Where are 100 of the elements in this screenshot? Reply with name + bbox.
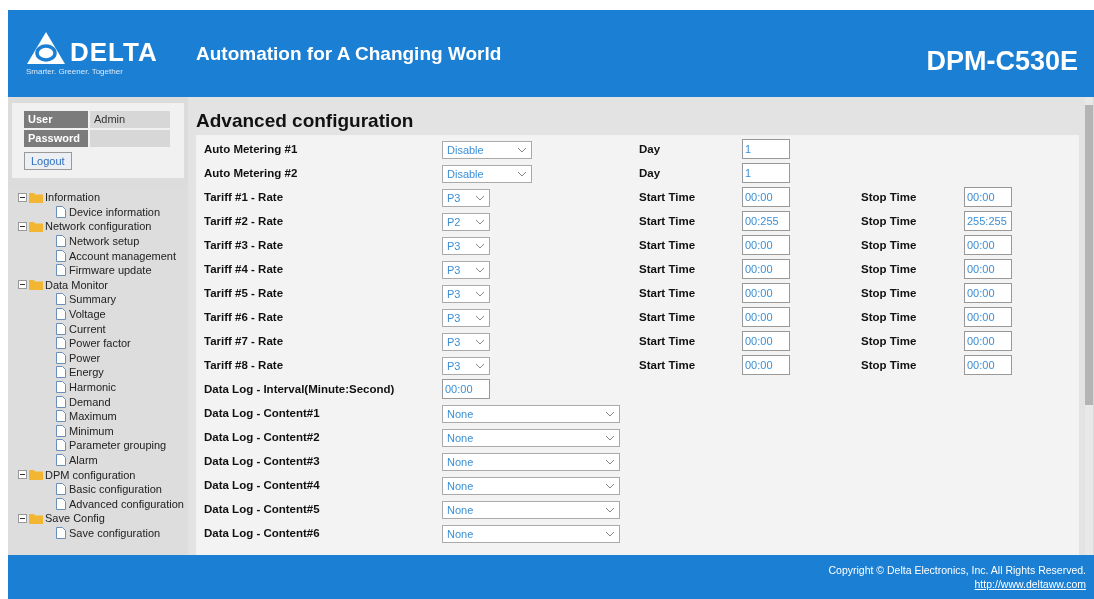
tree-item[interactable]: Voltage xyxy=(69,308,106,321)
document-icon xyxy=(56,308,66,321)
folder-icon xyxy=(29,191,43,203)
dropdown[interactable]: None xyxy=(442,452,620,471)
document-icon xyxy=(56,454,66,466)
dropdown[interactable]: Disable xyxy=(442,140,532,159)
tree-folder[interactable]: Save Config xyxy=(45,512,105,525)
tree-item[interactable]: Parameter grouping xyxy=(69,439,167,452)
input-field[interactable]: 00:00 xyxy=(742,307,790,327)
chevron-down-icon xyxy=(475,362,485,369)
document-icon xyxy=(56,483,66,496)
dropdown[interactable]: P3 xyxy=(442,308,490,327)
tree-item[interactable]: Energy xyxy=(69,366,104,379)
collapse-toggle-icon[interactable] xyxy=(18,192,27,202)
field-label: Start Time xyxy=(639,335,697,347)
tree-item[interactable]: Summary xyxy=(69,293,117,306)
dropdown[interactable]: P3 xyxy=(442,188,490,207)
tree-item[interactable]: Basic configuration xyxy=(69,483,162,496)
document-icon xyxy=(56,235,66,248)
dropdown[interactable]: P3 xyxy=(442,332,490,351)
input-field[interactable]: 00:00 xyxy=(742,259,790,279)
document-icon xyxy=(56,351,66,364)
field-label: Data Log - Content#1 xyxy=(204,407,321,419)
collapse-toggle-icon[interactable] xyxy=(18,513,27,523)
field-label: Stop Time xyxy=(861,191,918,203)
tree-folder[interactable]: Information xyxy=(45,191,101,204)
tree-item[interactable]: Current xyxy=(69,322,106,335)
tree-item[interactable]: Save configuration xyxy=(69,526,161,539)
folder-icon xyxy=(29,279,43,291)
chevron-down-icon xyxy=(605,506,615,513)
tree-item[interactable]: Device information xyxy=(69,205,161,218)
field-label: Stop Time xyxy=(861,263,918,275)
input-field[interactable]: 00:255 xyxy=(742,211,790,231)
tree-folder[interactable]: Data Monitor xyxy=(45,278,108,291)
field-label: Tariff #5 - Rate xyxy=(204,287,285,299)
input-field[interactable]: 00:00 xyxy=(964,355,1012,375)
dropdown[interactable]: None xyxy=(442,476,620,495)
field-label: Tariff #8 - Rate xyxy=(204,359,285,371)
input-field[interactable]: 00:00 xyxy=(742,331,790,351)
collapse-toggle-icon[interactable] xyxy=(18,470,27,480)
input-field[interactable]: 00:00 xyxy=(964,259,1012,279)
tree-item[interactable]: Advanced configuration xyxy=(69,497,184,510)
document-icon xyxy=(56,424,66,437)
input-field[interactable]: 00:00 xyxy=(742,283,790,303)
scrollbar[interactable] xyxy=(1085,97,1093,555)
input-field[interactable]: 00:00 xyxy=(742,235,790,255)
collapse-toggle-icon[interactable] xyxy=(18,222,27,231)
input-field[interactable]: 00:00 xyxy=(742,355,790,375)
dropdown[interactable]: None xyxy=(442,524,620,543)
dropdown[interactable]: Disable xyxy=(442,164,532,183)
field-label: Tariff #7 - Rate xyxy=(204,335,285,347)
document-icon xyxy=(56,395,66,408)
input-field[interactable]: 00:00 xyxy=(964,307,1012,327)
field-label: Auto Metering #2 xyxy=(204,167,299,179)
input-field[interactable]: 00:00 xyxy=(964,187,1012,207)
tree-item[interactable]: Power xyxy=(69,351,101,364)
chevron-down-icon xyxy=(605,410,615,417)
copyright-text: Copyright © Delta Electronics, Inc. All Rights Reserved. xyxy=(828,564,1086,576)
dropdown[interactable]: P2 xyxy=(442,212,490,231)
tree-item[interactable]: Network setup xyxy=(69,235,140,248)
collapse-toggle-icon[interactable] xyxy=(18,280,27,290)
password-label: Password xyxy=(24,130,88,147)
field-label: Start Time xyxy=(639,359,697,371)
input-field[interactable]: 1 xyxy=(742,139,790,159)
dropdown[interactable]: None xyxy=(442,500,620,519)
logo-tagline: Smarter. Greener. Together xyxy=(26,67,124,76)
field-label: Start Time xyxy=(639,287,697,299)
tree-item[interactable]: Harmonic xyxy=(69,381,117,393)
chevron-down-icon xyxy=(475,290,485,297)
tree-item[interactable]: Alarm xyxy=(69,454,98,466)
dropdown[interactable]: None xyxy=(442,428,620,447)
input-field[interactable]: 00:00 xyxy=(442,379,490,399)
user-label: User xyxy=(24,111,88,128)
tree-item[interactable]: Minimum xyxy=(69,424,114,437)
field-label: Tariff #2 - Rate xyxy=(204,215,285,227)
chevron-down-icon xyxy=(475,338,485,345)
dropdown[interactable]: P3 xyxy=(442,356,490,375)
field-label: Data Log - Content#4 xyxy=(204,479,321,491)
tree-item[interactable]: Account management xyxy=(69,249,176,262)
tree-item[interactable]: Power factor xyxy=(69,337,131,350)
tree-folder[interactable]: Network configuration xyxy=(45,220,152,233)
tree-item[interactable]: Maximum xyxy=(69,410,117,423)
dropdown[interactable]: None xyxy=(442,404,620,423)
field-label: Data Log - Content#2 xyxy=(204,431,321,443)
tree-folder[interactable]: DPM configuration xyxy=(45,468,136,481)
input-field[interactable]: 00:00 xyxy=(964,331,1012,351)
logout-button[interactable]: Logout xyxy=(24,152,72,170)
password-field[interactable] xyxy=(90,130,170,147)
input-field[interactable]: 00:00 xyxy=(964,283,1012,303)
input-field[interactable]: 00:00 xyxy=(742,187,790,207)
dropdown[interactable]: P3 xyxy=(442,236,490,255)
document-icon xyxy=(56,249,66,262)
input-field[interactable]: 1 xyxy=(742,163,790,183)
website-link[interactable]: http://www.deltaww.com xyxy=(974,578,1086,590)
dropdown[interactable]: P3 xyxy=(442,260,490,279)
tree-item[interactable]: Demand xyxy=(69,395,111,408)
dropdown[interactable]: P3 xyxy=(442,284,490,303)
input-field[interactable]: 00:00 xyxy=(964,235,1012,255)
input-field[interactable]: 255:255 xyxy=(964,211,1012,231)
tree-item[interactable]: Firmware update xyxy=(69,264,152,277)
